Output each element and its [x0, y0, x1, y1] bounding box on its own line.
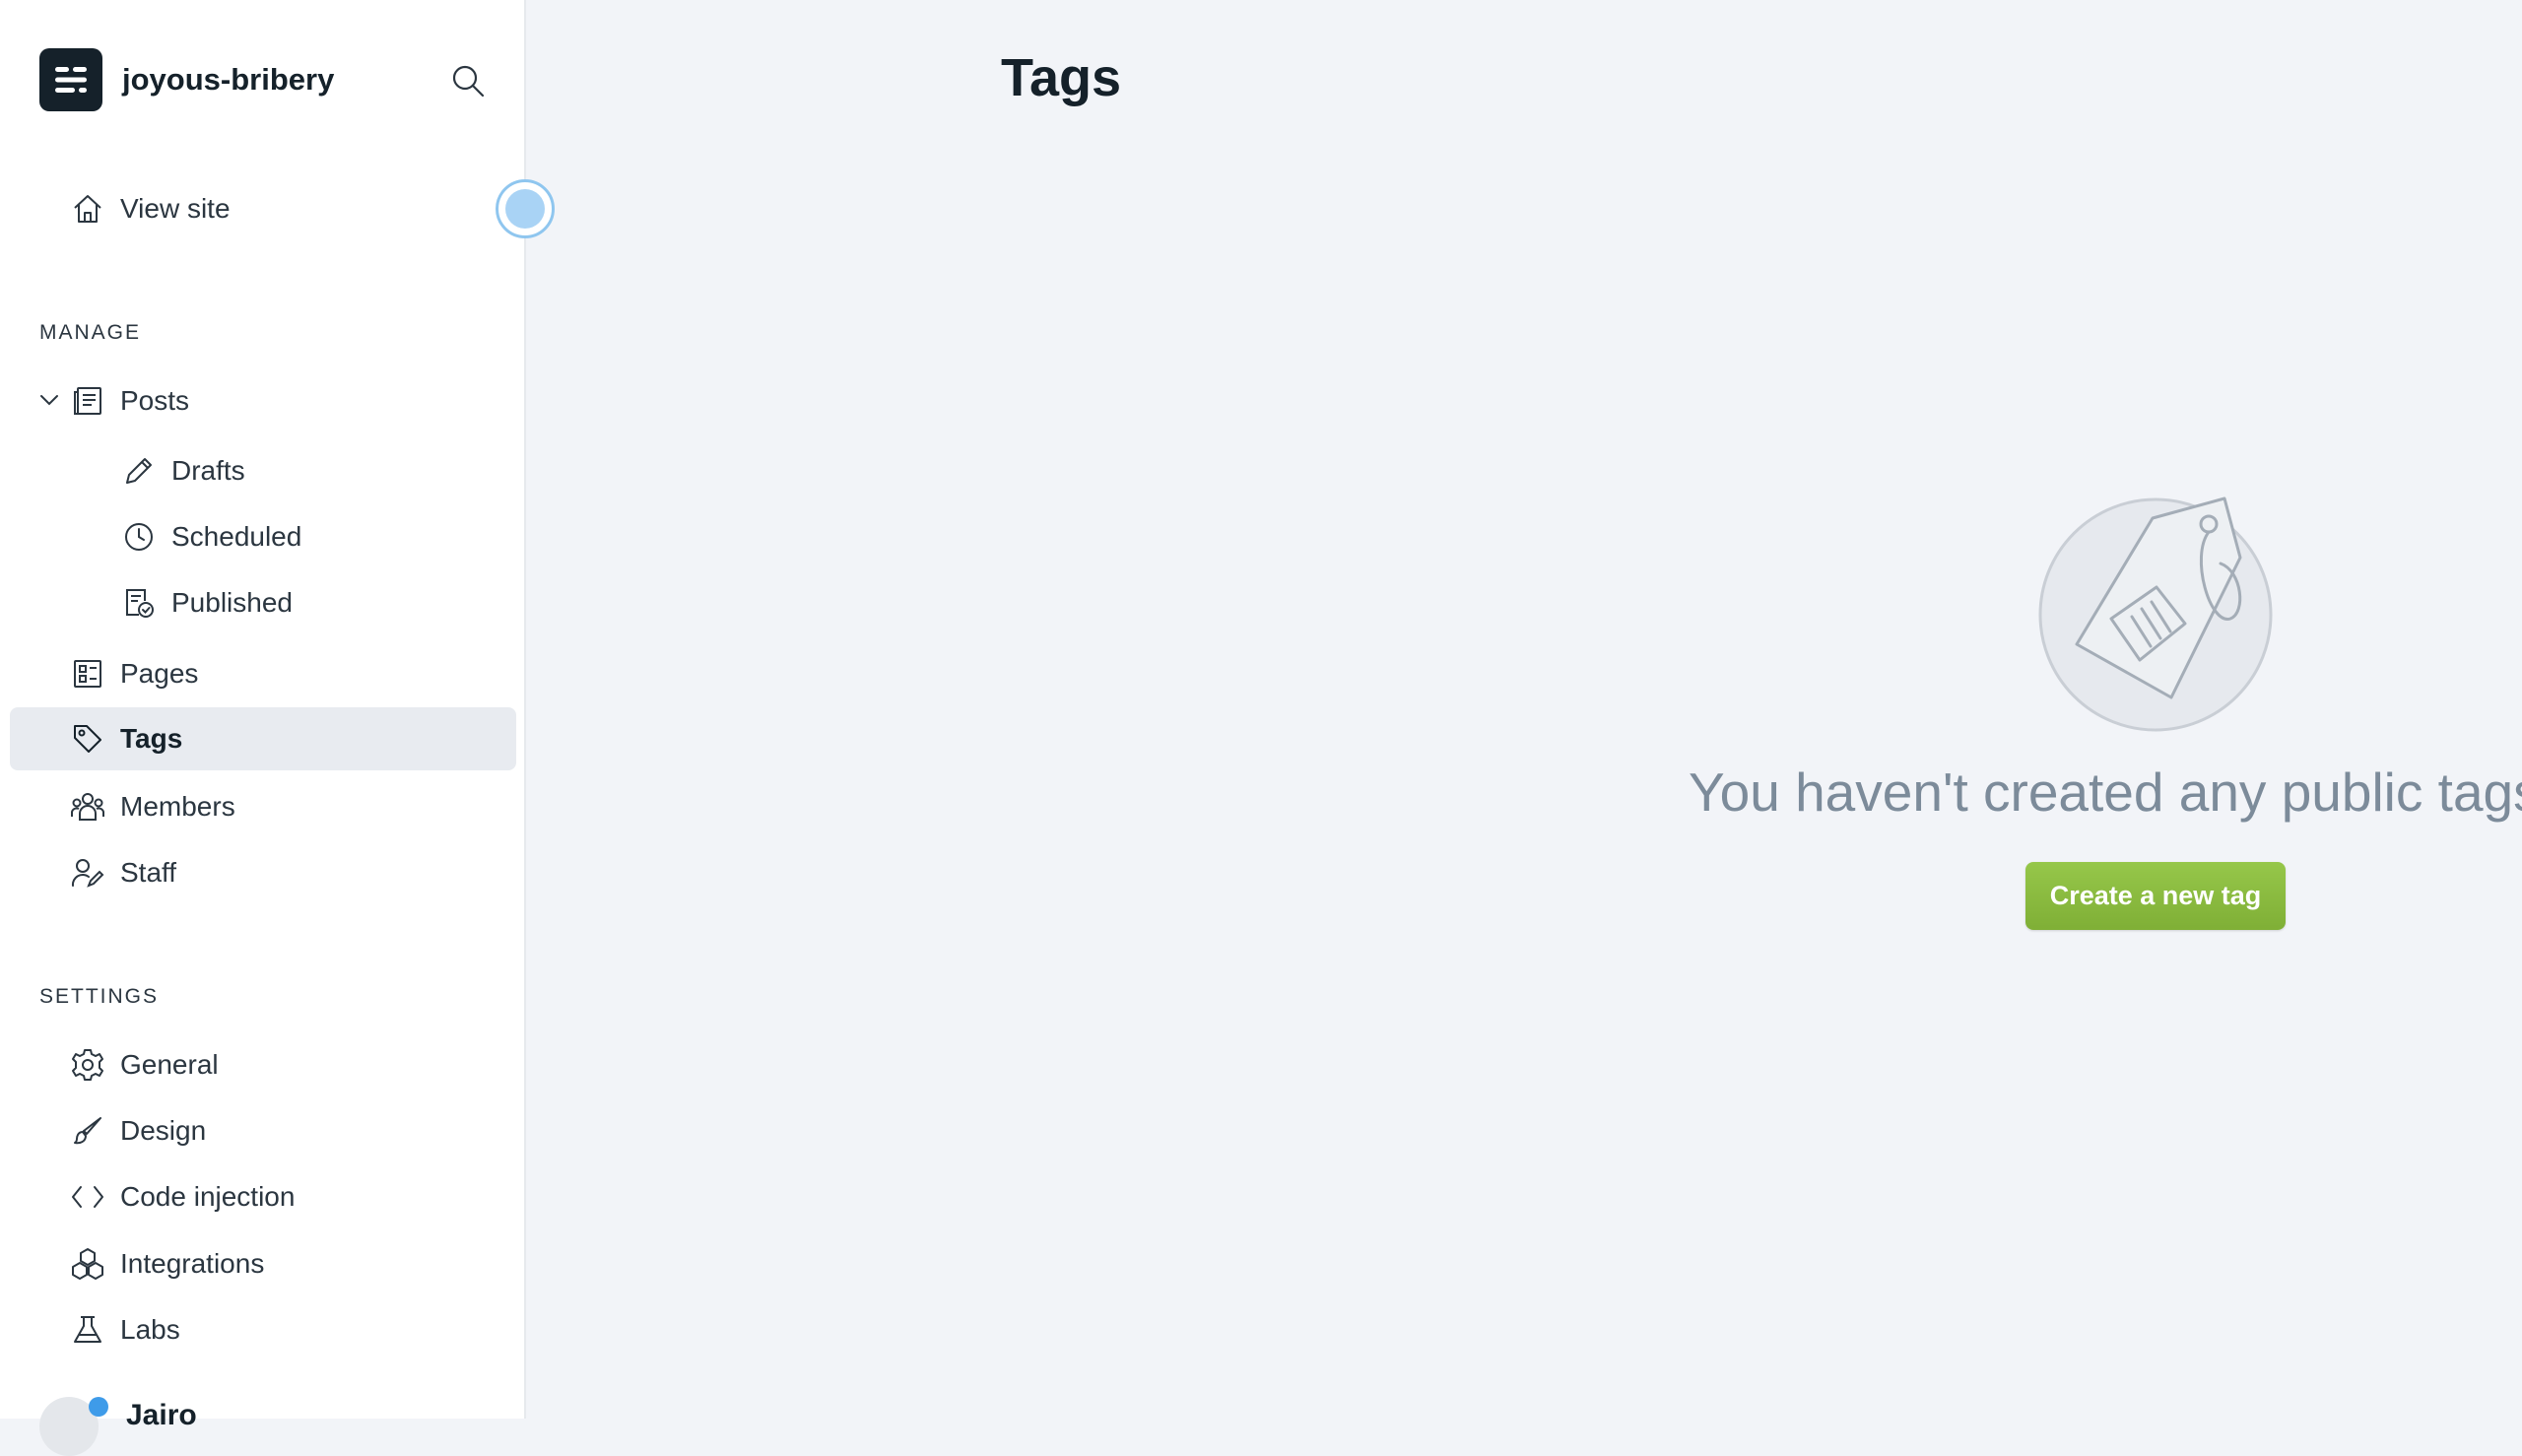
site-preview-toggle[interactable] [496, 179, 555, 238]
members-icon [69, 788, 106, 826]
nav-drafts-label: Drafts [171, 455, 245, 486]
nav-drafts[interactable]: Drafts [120, 441, 245, 500]
nav-staff[interactable]: Staff [69, 843, 176, 902]
nav-general[interactable]: General [69, 1035, 219, 1094]
nav-labs[interactable]: Labs [69, 1300, 180, 1359]
nav-members[interactable]: Members [69, 777, 235, 836]
nav-published-label: Published [171, 587, 293, 618]
nav-design-label: Design [120, 1115, 207, 1146]
pencil-icon [120, 452, 158, 490]
nav-published[interactable]: Published [120, 573, 293, 632]
nav-general-label: General [120, 1049, 219, 1080]
empty-state-message: You haven't created any public tags [1689, 761, 2522, 823]
user-menu[interactable]: Jairo [39, 1397, 197, 1456]
user-name: Jairo [126, 1399, 197, 1431]
clock-icon [120, 518, 158, 556]
code-icon [69, 1178, 106, 1216]
nav-code-injection-label: Code injection [120, 1181, 296, 1212]
avatar [39, 1397, 108, 1456]
nav-code-injection[interactable]: Code injection [69, 1167, 295, 1226]
sidebar: joyous-bribery View site MANAGE Posts Dr… [0, 0, 555, 1456]
nav-posts[interactable]: Posts [69, 371, 189, 430]
nav-labs-label: Labs [120, 1314, 180, 1345]
flask-icon [69, 1311, 106, 1349]
create-tag-button[interactable]: Create a new tag [2025, 862, 2286, 930]
nav-scheduled-label: Scheduled [171, 521, 302, 552]
site-name: joyous-bribery [122, 62, 335, 97]
pages-icon [69, 655, 106, 693]
nav-pages-label: Pages [120, 658, 199, 689]
published-icon [120, 584, 158, 622]
nav-pages[interactable]: Pages [69, 644, 198, 703]
nav-view-site[interactable]: View site [69, 179, 231, 238]
nav-view-site-label: View site [120, 193, 231, 224]
ghost-logo-icon [39, 48, 102, 111]
nav-tags-label: Tags [120, 723, 183, 754]
nav-staff-label: Staff [120, 857, 177, 888]
search-button[interactable] [448, 61, 488, 100]
posts-icon [69, 382, 106, 420]
nav-tags[interactable]: Tags [10, 707, 516, 770]
nav-integrations-label: Integrations [120, 1248, 265, 1279]
chevron-down-icon[interactable] [37, 388, 61, 412]
brush-icon [69, 1112, 106, 1150]
nav-posts-label: Posts [120, 385, 190, 416]
nav-scheduled[interactable]: Scheduled [120, 507, 301, 566]
brand[interactable]: joyous-bribery [39, 48, 334, 111]
manage-section-label: MANAGE [39, 321, 142, 344]
status-indicator [89, 1397, 108, 1417]
integrations-icon [69, 1245, 106, 1283]
home-icon [69, 190, 106, 228]
page-title: Tags [1001, 48, 1122, 107]
search-icon [452, 65, 485, 98]
nav-integrations[interactable]: Integrations [69, 1234, 264, 1293]
nav-members-label: Members [120, 791, 235, 822]
settings-section-label: SETTINGS [39, 985, 160, 1008]
nav-design[interactable]: Design [69, 1101, 206, 1160]
staff-icon [69, 854, 106, 892]
toggle-dot-inner [505, 189, 545, 229]
gear-icon [69, 1046, 106, 1084]
tag-icon [69, 720, 106, 758]
empty-tag-illustration [2037, 493, 2274, 733]
